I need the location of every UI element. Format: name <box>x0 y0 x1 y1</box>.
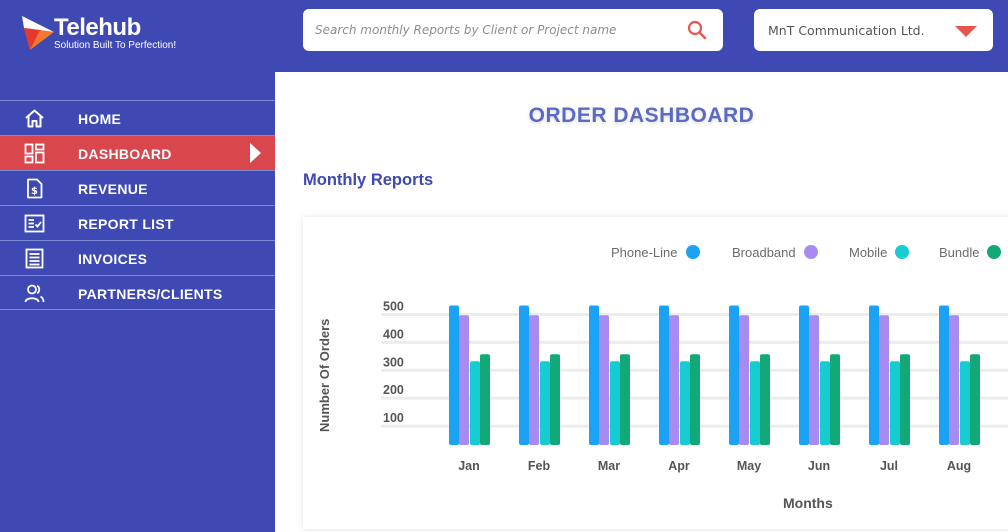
search-box <box>303 9 723 51</box>
bar-bundle <box>900 354 910 445</box>
bar-broadband <box>459 315 469 445</box>
bar-phone-line <box>729 305 739 445</box>
sidebar-item-label: PARTNERS/CLIENTS <box>78 286 223 302</box>
app-name: Telehub <box>54 14 141 41</box>
bar-bundle <box>690 354 700 445</box>
search-input[interactable] <box>315 19 675 41</box>
sidebar: HOME DASHBOARD $ REVENUE REPORT LIST INV… <box>0 100 275 310</box>
app-tagline: Solution Built To Perfection! <box>54 40 177 51</box>
sidebar-item-label: INVOICES <box>78 251 148 267</box>
main-content: ORDER DASHBOARD Monthly Reports Phone-Li… <box>275 72 1008 532</box>
partners-icon <box>24 284 45 303</box>
sidebar-item-dashboard[interactable]: DASHBOARD <box>0 135 275 170</box>
svg-text:$: $ <box>31 186 38 197</box>
revenue-icon: $ <box>27 178 43 199</box>
bar-phone-line <box>449 305 459 445</box>
sidebar-item-report-list[interactable]: REPORT LIST <box>0 205 275 240</box>
x-tick-label: Jul <box>880 459 898 473</box>
app-logo[interactable]: Telehub Solution Built To Perfection! <box>20 12 220 56</box>
bar-bundle <box>480 354 490 445</box>
report-list-icon <box>24 214 45 233</box>
bar-broadband <box>809 315 819 445</box>
bar-phone-line <box>589 305 599 445</box>
bar-phone-line <box>659 305 669 445</box>
y-tick-label: 200 <box>383 383 404 397</box>
bar-broadband <box>879 315 889 445</box>
y-tick-label: 500 <box>383 299 404 313</box>
active-arrow-icon <box>250 143 261 163</box>
section-title: Monthly Reports <box>303 171 434 189</box>
bar-mobile <box>680 361 690 445</box>
dashboard-icon <box>24 143 45 164</box>
bar-phone-line <box>869 305 879 445</box>
bar-mobile <box>540 361 550 445</box>
x-tick-label: May <box>737 459 761 473</box>
sidebar-item-label: REVENUE <box>78 181 148 197</box>
bar-broadband <box>949 315 959 445</box>
bar-bundle <box>620 354 630 445</box>
sidebar-item-partners-clients[interactable]: PARTNERS/CLIENTS <box>0 275 275 310</box>
page-title: ORDER DASHBOARD <box>528 104 755 127</box>
bar-broadband <box>739 315 749 445</box>
bar-bundle <box>760 354 770 445</box>
y-tick-label: 100 <box>383 411 404 425</box>
bar-phone-line <box>519 305 529 445</box>
bar-mobile <box>820 361 830 445</box>
x-tick-label: Jan <box>458 459 480 473</box>
client-dropdown-value: MnT Communication Ltd. <box>768 23 925 38</box>
x-tick-label: Mar <box>598 459 620 473</box>
bar-mobile <box>610 361 620 445</box>
client-dropdown[interactable]: MnT Communication Ltd. <box>754 9 993 51</box>
bar-bundle <box>970 354 980 445</box>
sidebar-item-home[interactable]: HOME <box>0 100 275 135</box>
top-bar: Telehub Solution Built To Perfection! Mn… <box>0 0 1008 72</box>
x-axis-label: Months <box>783 495 833 511</box>
sidebar-item-label: REPORT LIST <box>78 216 174 232</box>
bar-phone-line <box>939 305 949 445</box>
bar-phone-line <box>799 305 809 445</box>
logo-icon <box>22 16 54 50</box>
bar-chart: 100 200 300 400 500 Jan Feb Mar Apr May Jun Jul Aug <box>381 299 1008 473</box>
bar-broadband <box>529 315 539 445</box>
x-tick-label: Jun <box>808 459 830 473</box>
y-axis-label: Number Of Orders <box>317 318 332 432</box>
search-icon[interactable] <box>687 20 707 40</box>
bar-mobile <box>470 361 480 445</box>
invoices-icon <box>25 248 44 269</box>
y-tick-label: 400 <box>383 327 404 341</box>
x-tick-label: Aug <box>947 459 971 473</box>
monthly-reports-chart-card: Phone-Line Broadband Mobile Bundle 100 20… <box>303 217 1008 529</box>
bar-broadband <box>599 315 609 445</box>
sidebar-item-label: DASHBOARD <box>78 146 172 162</box>
sidebar-item-label: HOME <box>78 111 122 127</box>
y-tick-label: 300 <box>383 355 404 369</box>
home-icon <box>25 109 44 128</box>
bar-bundle <box>550 354 560 445</box>
bar-mobile <box>960 361 970 445</box>
sidebar-item-revenue[interactable]: $ REVENUE <box>0 170 275 205</box>
sidebar-item-invoices[interactable]: INVOICES <box>0 240 275 275</box>
bar-broadband <box>669 315 679 445</box>
x-tick-label: Feb <box>528 459 551 473</box>
bar-mobile <box>890 361 900 445</box>
bar-bundle <box>830 354 840 445</box>
x-tick-label: Apr <box>668 459 690 473</box>
bar-mobile <box>750 361 760 445</box>
chevron-down-icon[interactable] <box>955 26 977 37</box>
